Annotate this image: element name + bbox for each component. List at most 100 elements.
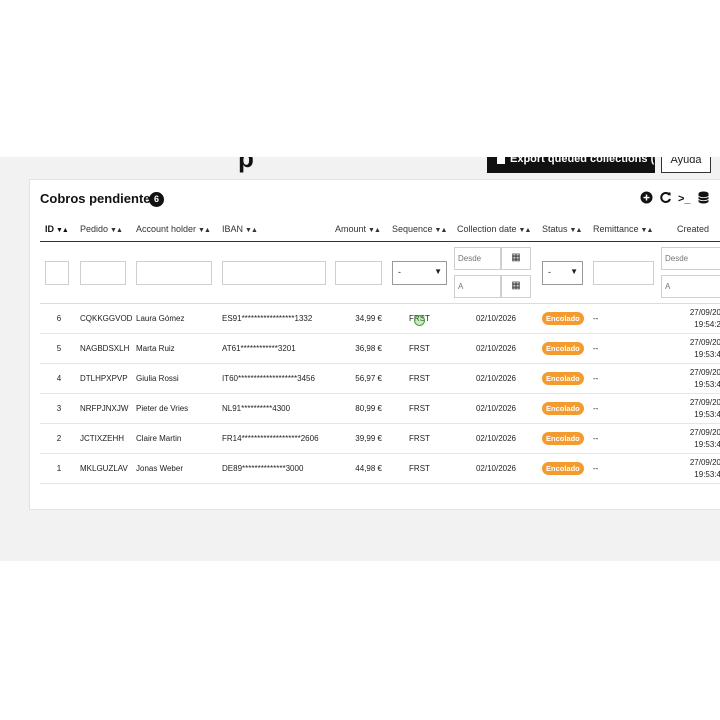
cell-pedido: JCTIXZEHH <box>80 434 124 443</box>
cell-iban: NL91**********4300 <box>222 404 291 413</box>
filter-created-to[interactable] <box>661 275 720 298</box>
status-badge: Encolado <box>542 342 584 355</box>
filter-created-from[interactable] <box>661 247 720 270</box>
sort-icon: ▼▲ <box>518 227 532 234</box>
cell-iban: IT60*******************3456 <box>222 374 315 383</box>
help-button[interactable]: Ayuda <box>661 157 711 173</box>
column-header-account-holder[interactable]: Account holder ▼▲ <box>136 224 211 234</box>
database-icon[interactable] <box>698 191 709 208</box>
table-row[interactable]: 3 NRFPJNXJW Pieter de Vries NL91**********4… <box>40 394 720 424</box>
status-badge: Encolado <box>542 432 584 445</box>
cell-collection-date: 02/10/2026 <box>475 464 517 473</box>
cell-sequence: FRST <box>409 344 430 353</box>
filter-date-to[interactable] <box>454 275 501 298</box>
column-header-id[interactable]: ID ▼▲ <box>45 224 69 234</box>
created-time: 19:53:4 <box>694 380 720 389</box>
cell-id: 4 <box>56 374 62 383</box>
cell-collection-date: 02/10/2026 <box>475 344 517 353</box>
created-date: 27/09/20 <box>689 338 720 347</box>
filter-amount[interactable] <box>335 261 382 285</box>
table-row[interactable]: 2 JCTIXZEHH Claire Martin FR14*************… <box>40 424 720 454</box>
cell-sequence: FRST <box>409 404 430 413</box>
cell-collection-date: 02/10/2026 <box>475 374 517 383</box>
cell-amount: 34,99 € <box>355 314 382 323</box>
status-badge: Encolado <box>542 312 584 325</box>
cell-iban: DE89**************3000 <box>222 464 304 473</box>
sort-icon: ▼▲ <box>368 227 381 234</box>
calendar-icon[interactable]: ▦ <box>501 247 531 270</box>
cell-pedido: NAGBDSXLH <box>80 344 130 353</box>
filter-iban[interactable] <box>222 261 326 285</box>
created-time: 19:53:4 <box>694 410 720 419</box>
cell-id: 3 <box>56 404 62 413</box>
table-row[interactable]: 5 NAGBDSXLH Marta Ruiz AT61************3201… <box>40 334 720 364</box>
cell-created: 27/09/20 19:53:4 <box>672 367 720 391</box>
count-badge: 6 <box>149 192 164 207</box>
cell-amount: 56,97 € <box>355 374 382 383</box>
cell-collection-date: 02/10/2026 <box>475 314 517 323</box>
filter-status-select[interactable]: - ▼ <box>542 261 583 285</box>
created-time: 19:53:4 <box>694 440 720 449</box>
table-row[interactable]: 6 CQKKGGVOD Laura Gómez ES91***************… <box>40 304 720 334</box>
card-title: Cobros pendientes <box>40 191 158 206</box>
status-badge: Encolado <box>542 372 584 385</box>
cell-remittance: -- <box>593 374 599 383</box>
cell-created: 27/09/20 19:53:4 <box>672 397 720 421</box>
cell-remittance: -- <box>593 314 599 323</box>
cell-sequence: FRST <box>409 434 430 443</box>
created-date: 27/09/20 <box>689 398 720 407</box>
column-header-amount[interactable]: Amount ▼▲ <box>335 224 381 234</box>
sort-icon: ▼▲ <box>434 227 448 234</box>
column-header-pedido[interactable]: Pedido ▼▲ <box>80 224 123 234</box>
cell-id: 5 <box>56 344 62 353</box>
sort-icon: ▼▲ <box>569 227 583 234</box>
cell-remittance: -- <box>593 344 599 353</box>
header-divider <box>40 241 720 242</box>
table-row[interactable]: 4 DTLHPXPVP Giulia Rossi IT60**************… <box>40 364 720 394</box>
column-header-remittance[interactable]: Remittance ▼▲ <box>593 224 654 234</box>
cell-remittance: -- <box>593 404 599 413</box>
created-date: 27/09/20 <box>689 428 720 437</box>
table-row[interactable]: 1 MKLGUZLAV Jonas Weber DE89**************3… <box>40 454 720 484</box>
sort-icon: ▼▲ <box>110 227 123 234</box>
calendar-icon[interactable]: ▦ <box>501 275 531 298</box>
cell-collection-date: 02/10/2026 <box>475 404 517 413</box>
column-header-status[interactable]: Status ▼▲ <box>542 224 583 234</box>
plus-circle-icon[interactable] <box>640 191 653 208</box>
refresh-icon[interactable] <box>659 191 672 208</box>
cell-remittance: -- <box>593 434 599 443</box>
cell-created: 27/09/20 19:53:4 <box>672 457 720 481</box>
cell-id: 6 <box>56 314 62 323</box>
cell-iban: AT61************3201 <box>222 344 296 353</box>
cell-collection-date: 02/10/2026 <box>475 434 517 443</box>
filter-date-from[interactable] <box>454 247 501 270</box>
cell-created: 27/09/20 19:53:4 <box>672 427 720 451</box>
column-header-created[interactable]: Created <box>677 224 709 234</box>
cell-pedido: CQKKGGVOD <box>80 314 133 323</box>
column-header-iban[interactable]: IBAN ▼▲ <box>222 224 258 234</box>
filter-id[interactable] <box>45 261 69 285</box>
cell-amount: 39,99 € <box>355 434 382 443</box>
column-header-collection-date[interactable]: Collection date ▼▲ <box>457 224 532 234</box>
created-date: 27/09/20 <box>689 368 720 377</box>
filter-sequence-select[interactable]: - ▼ <box>392 261 447 285</box>
filter-account-holder[interactable] <box>136 261 212 285</box>
page-title: p <box>238 157 254 173</box>
cell-account-holder: Pieter de Vries <box>136 404 189 413</box>
mouse-cursor <box>414 315 425 326</box>
filter-pedido[interactable] <box>80 261 126 285</box>
sort-icon: ▼▲ <box>640 227 654 234</box>
cell-amount: 80,99 € <box>355 404 382 413</box>
terminal-icon[interactable]: >_ <box>678 191 691 207</box>
cell-amount: 36,98 € <box>355 344 382 353</box>
cell-remittance: -- <box>593 464 599 473</box>
cell-iban: FR14*******************2606 <box>222 434 319 443</box>
cell-iban: ES91*****************1332 <box>222 314 313 323</box>
filter-remittance[interactable] <box>593 261 654 285</box>
status-badge: Encolado <box>542 402 584 415</box>
chevron-down-icon: ▼ <box>570 267 578 276</box>
column-header-sequence[interactable]: Sequence ▼▲ <box>392 224 448 234</box>
cell-id: 1 <box>56 464 62 473</box>
sort-icon: ▼▲ <box>56 227 69 234</box>
export-csv-button[interactable]: Export queued collections (CSV) <box>487 157 655 173</box>
